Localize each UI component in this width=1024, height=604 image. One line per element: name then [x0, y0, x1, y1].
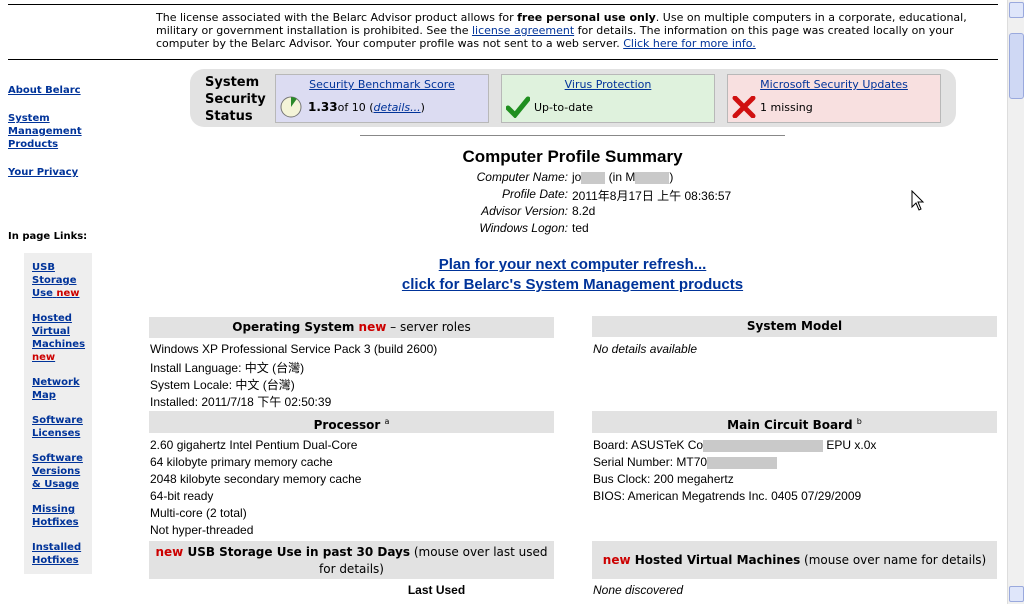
pie-gauge-icon — [280, 96, 302, 118]
board-line: BIOS: American Megatrends Inc. 0405 07/2… — [593, 489, 862, 503]
new-badge: new — [56, 288, 80, 299]
circuit-board-header: Main Circuit Board b — [592, 411, 997, 433]
summary-label: Advisor Version: — [481, 204, 568, 218]
red-x-icon — [732, 95, 756, 119]
os-line: System Locale: 中文 (台灣) — [150, 378, 295, 392]
missing-hotfixes-link[interactable]: Missing Hotfixes — [32, 503, 90, 529]
license-agreement-link[interactable]: license agreement — [472, 24, 574, 37]
footnote-marker: a — [384, 417, 390, 426]
os-line: Installed: 2011/7/18 下午 02:50:39 — [150, 395, 332, 409]
os-section-header: Operating System new – server roles — [149, 317, 554, 338]
benchmark-title-link[interactable]: Security Benchmark Score — [276, 78, 488, 91]
board-line: Board: ASUSTeK Co EPU x.0x — [593, 438, 877, 452]
green-check-icon — [505, 96, 531, 119]
summary-label: Windows Logon: — [479, 221, 568, 235]
profile-date-value: 2011年8月17日 上午 08:36:57 — [572, 189, 732, 203]
windows-logon-value: ted — [572, 221, 589, 235]
summary-label: Profile Date: — [501, 187, 568, 201]
os-line: Install Language: 中文 (台灣) — [150, 361, 305, 375]
virus-protection-title-link[interactable]: Virus Protection — [502, 78, 714, 91]
benchmark-details-link[interactable]: details... — [374, 101, 421, 114]
benchmark-score: 1.33 — [308, 100, 338, 114]
hosted-vm-header: new Hosted Virtual Machines (mouse over … — [592, 541, 997, 579]
in-page-links-heading: In page Links: — [8, 231, 88, 242]
redacted-block — [707, 456, 778, 469]
benchmark-card: Security Benchmark Score 1.33 of 10 (det… — [275, 74, 489, 123]
in-page-links-panel: USB Storage Use new Hosted Virtual Machi… — [24, 253, 92, 574]
system-model-text: No details available — [593, 342, 698, 356]
processor-line: 2048 kilobyte secondary memory cache — [150, 472, 362, 486]
processor-line: Multi-core (2 total) — [150, 506, 247, 520]
summary-divider — [360, 135, 785, 136]
redacted-block — [635, 171, 670, 184]
privacy-link[interactable]: Your Privacy — [8, 166, 78, 179]
usb-storage-link[interactable]: USB Storage Use new — [32, 261, 90, 300]
software-versions-link[interactable]: Software Versions & Usage — [32, 452, 90, 491]
system-management-products-link[interactable]: click for Belarc's System Management pro… — [340, 276, 805, 293]
new-badge: new — [602, 553, 631, 567]
processor-line: 2.60 gigahertz Intel Pentium Dual-Core — [150, 438, 358, 452]
security-updates-card: Microsoft Security Updates 1 missing — [727, 74, 941, 123]
system-model-header: System Model — [592, 316, 997, 337]
network-map-link[interactable]: Network Map — [32, 376, 90, 402]
more-info-link[interactable]: Click here for more info. — [623, 37, 756, 50]
os-line: Windows XP Professional Service Pack 3 (… — [150, 342, 438, 356]
software-licenses-link[interactable]: Software Licenses — [32, 414, 90, 440]
usb-storage-header: new USB Storage Use in past 30 Days (mou… — [149, 541, 554, 579]
board-line: Bus Clock: 200 megahertz — [593, 472, 734, 486]
computer-name-value: jo (in M) — [572, 170, 674, 184]
virus-protection-card: Virus Protection Up-to-date — [501, 74, 715, 123]
redacted-block — [703, 439, 824, 452]
server-roles-link[interactable]: – server roles — [386, 320, 471, 334]
scroll-down-arrow-icon[interactable] — [1009, 586, 1024, 602]
installed-hotfixes-link[interactable]: Installed Hotfixes — [32, 541, 90, 567]
top-divider — [8, 4, 998, 5]
hosted-vm-link[interactable]: Hosted Virtual Machines new — [32, 312, 90, 364]
security-updates-title-link[interactable]: Microsoft Security Updates — [728, 78, 940, 91]
summary-label: Computer Name: — [476, 170, 568, 184]
scroll-up-arrow-icon[interactable] — [1009, 2, 1024, 18]
new-badge: new — [155, 545, 184, 559]
scrollbar-thumb[interactable] — [1009, 33, 1024, 99]
system-management-link[interactable]: System Management Products — [8, 112, 88, 151]
mouse-cursor-icon — [911, 190, 925, 211]
header-divider — [8, 59, 998, 60]
security-status-label: System Security Status — [205, 75, 266, 124]
about-belarc-link[interactable]: About Belarc — [8, 84, 81, 97]
new-badge: new — [358, 320, 387, 334]
refresh-plan-link[interactable]: Plan for your next computer refresh... — [340, 256, 805, 273]
serial-number-line: Serial Number: MT70 — [593, 455, 778, 469]
processor-line: 64-bit ready — [150, 489, 214, 503]
redacted-block — [581, 171, 606, 184]
license-note: The license associated with the Belarc A… — [156, 11, 967, 50]
footnote-marker: b — [856, 417, 862, 426]
processor-line: 64 kilobyte primary memory cache — [150, 455, 333, 469]
advisor-version-value: 8.2d — [572, 204, 596, 218]
processor-line: Not hyper-threaded — [150, 523, 254, 537]
processor-header: Processor a — [149, 411, 554, 433]
new-badge: new — [32, 352, 56, 363]
summary-title: Computer Profile Summary — [462, 147, 683, 166]
vm-none-text: None discovered — [593, 583, 684, 597]
